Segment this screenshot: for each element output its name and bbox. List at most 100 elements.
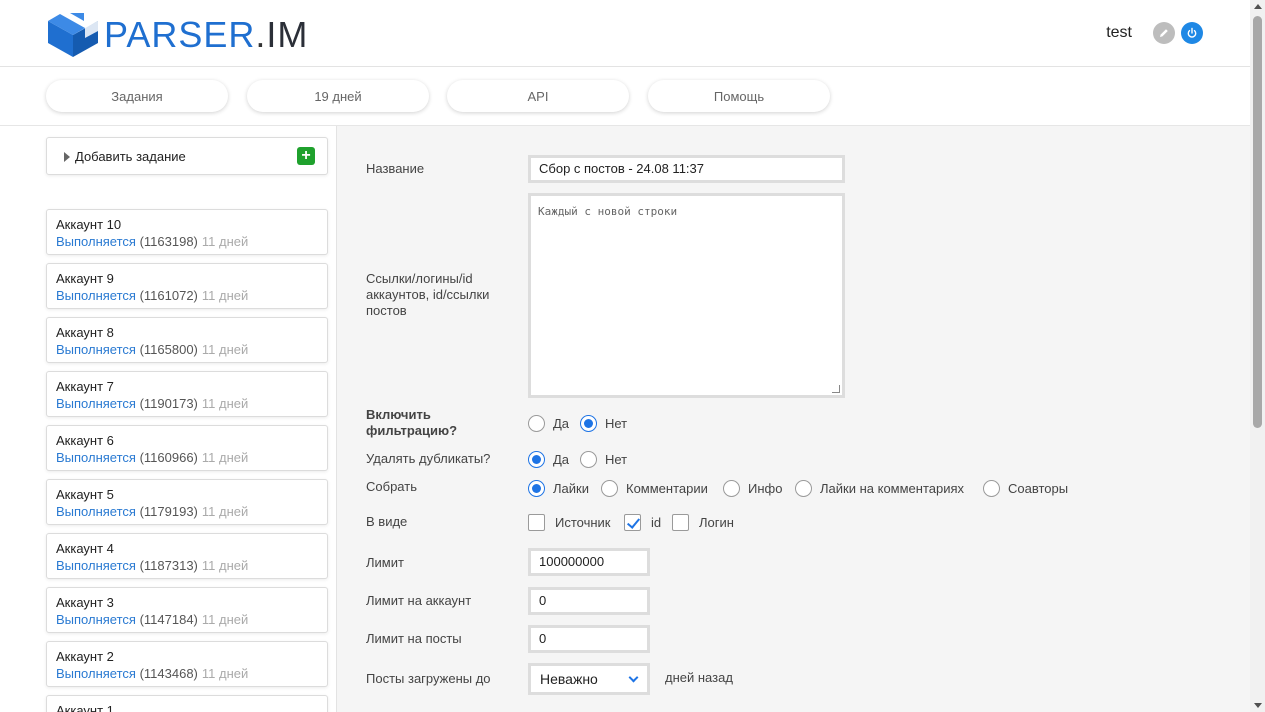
user-area: test — [1106, 22, 1203, 44]
limit-account-input[interactable]: 0 — [528, 587, 650, 615]
radio-circle[interactable] — [528, 480, 545, 497]
radio-circle[interactable] — [528, 415, 545, 432]
task-id: (1161072) — [139, 288, 198, 303]
task-status: Выполняется — [56, 612, 136, 627]
collect-label: Собрать — [366, 479, 417, 494]
radio-circle[interactable] — [528, 451, 545, 468]
limit-label: Лимит — [366, 555, 404, 570]
pencil-icon — [1160, 29, 1168, 37]
task-days: 11 дней — [201, 666, 249, 681]
logo-dot: . — [255, 14, 267, 55]
main-nav: Задания 19 дней API Помощь — [0, 67, 1250, 126]
radio-circle[interactable] — [580, 415, 597, 432]
task-status: Выполняется — [56, 558, 136, 573]
radio-label: Соавторы — [1008, 481, 1069, 496]
task-id: (1160966) — [139, 450, 198, 465]
task-item[interactable]: Аккаунт 10 Выполняется (1163198) 11 дней — [46, 209, 328, 255]
add-task-label: Добавить задание — [75, 149, 186, 164]
format-label: В виде — [366, 514, 408, 529]
task-days: 11 дней — [201, 234, 249, 249]
logout-button[interactable] — [1181, 22, 1203, 44]
checkbox-box[interactable] — [624, 514, 641, 531]
collect-coauthors-radio[interactable]: Соавторы — [983, 480, 1068, 497]
task-id: (1190173) — [139, 396, 198, 411]
resize-handle[interactable] — [832, 385, 840, 393]
radio-circle[interactable] — [983, 480, 1000, 497]
logo-text: PARSER.IM — [104, 14, 308, 56]
task-item[interactable]: Аккаунт 5 Выполняется (1179193) 11 дней — [46, 479, 328, 525]
filter-label: Включить фильтрацию? — [366, 407, 458, 438]
filter-no-radio[interactable]: Нет — [580, 415, 627, 432]
task-item[interactable]: Аккаунт 9 Выполняется (1161072) 11 дней — [46, 263, 328, 309]
filter-yes-radio[interactable]: Да — [528, 415, 569, 432]
expand-triangle-icon — [64, 152, 70, 162]
scroll-up-arrow-icon[interactable] — [1254, 4, 1262, 9]
task-days: 11 дней — [201, 504, 249, 519]
radio-label: Лайки на комментариях — [820, 481, 965, 496]
format-login-checkbox[interactable]: Логин — [672, 514, 734, 531]
add-task-button[interactable]: Добавить задание + — [46, 137, 328, 175]
collect-comments-radio[interactable]: Комментарии — [601, 480, 708, 497]
task-item[interactable]: Аккаунт 4 Выполняется (1187313) 11 дней — [46, 533, 328, 579]
task-name: Аккаунт 5 — [56, 487, 114, 502]
links-label: Ссылки/логины/id аккаунтов, id/ссылки по… — [366, 271, 490, 318]
links-textarea[interactable]: Каждый с новой строки — [528, 193, 845, 398]
posts-loaded-value: Неважно — [540, 671, 598, 687]
dedupe-yes-radio[interactable]: Да — [528, 451, 569, 468]
radio-label: Инфо — [748, 481, 783, 496]
task-days: 11 дней — [201, 396, 249, 411]
task-item[interactable]: Аккаунт 2 Выполняется (1143468) 11 дней — [46, 641, 328, 687]
edit-profile-button[interactable] — [1153, 22, 1175, 44]
collect-comment-likes-radio[interactable]: Лайки на комментариях — [795, 480, 964, 497]
task-name: Аккаунт 1 — [56, 703, 114, 712]
task-status: Выполняется — [56, 450, 136, 465]
task-status: Выполняется — [56, 342, 136, 357]
limit-posts-input[interactable]: 0 — [528, 625, 650, 653]
task-days: 11 дней — [201, 450, 249, 465]
radio-circle[interactable] — [601, 480, 618, 497]
task-item[interactable]: Аккаунт 1 — [46, 695, 328, 712]
task-id: (1163198) — [139, 234, 198, 249]
plus-icon[interactable]: + — [297, 147, 315, 165]
task-item[interactable]: Аккаунт 3 Выполняется (1147184) 11 дней — [46, 587, 328, 633]
task-days: 11 дней — [201, 558, 249, 573]
task-name: Аккаунт 8 — [56, 325, 114, 340]
radio-circle[interactable] — [580, 451, 597, 468]
nav-days[interactable]: 19 дней — [247, 80, 429, 112]
scroll-thumb[interactable] — [1253, 16, 1262, 428]
links-placeholder: Каждый с новой строки — [538, 205, 678, 218]
task-name: Аккаунт 10 — [56, 217, 122, 232]
radio-label: Да — [553, 416, 570, 431]
posts-loaded-select[interactable]: Неважно — [528, 663, 650, 695]
task-item[interactable]: Аккаунт 7 Выполняется (1190173) 11 дней — [46, 371, 328, 417]
chevron-down-icon — [628, 672, 639, 683]
format-source-checkbox[interactable]: Источник — [528, 514, 611, 531]
scroll-down-arrow-icon[interactable] — [1254, 703, 1262, 708]
radio-circle[interactable] — [723, 480, 740, 497]
page-scrollbar[interactable] — [1250, 0, 1265, 712]
task-status: Выполняется — [56, 234, 136, 249]
radio-label: Комментарии — [626, 481, 708, 496]
nav-api[interactable]: API — [447, 80, 629, 112]
dedupe-label: Удалять дубликаты? — [366, 451, 491, 466]
dedupe-no-radio[interactable]: Нет — [580, 451, 627, 468]
logo[interactable]: PARSER.IM — [46, 10, 308, 60]
logo-text-main: PARSER — [104, 14, 256, 55]
collect-likes-radio[interactable]: Лайки — [528, 480, 589, 497]
collect-info-radio[interactable]: Инфо — [723, 480, 782, 497]
task-item[interactable]: Аккаунт 6 Выполняется (1160966) 11 дней — [46, 425, 328, 471]
checkbox-box[interactable] — [528, 514, 545, 531]
task-status: Выполняется — [56, 666, 136, 681]
limit-input[interactable]: 100000000 — [528, 548, 650, 576]
nav-help[interactable]: Помощь — [648, 80, 830, 112]
task-days: 11 дней — [201, 288, 249, 303]
task-id: (1187313) — [139, 558, 198, 573]
nav-tasks[interactable]: Задания — [46, 80, 228, 112]
checkbox-box[interactable] — [672, 514, 689, 531]
radio-circle[interactable] — [795, 480, 812, 497]
task-days: 11 дней — [201, 612, 249, 627]
limit-account-label: Лимит на аккаунт — [366, 593, 472, 608]
task-item[interactable]: Аккаунт 8 Выполняется (1165800) 11 дней — [46, 317, 328, 363]
format-id-checkbox[interactable]: id — [624, 514, 661, 531]
name-input[interactable]: Сбор с постов - 24.08 11:37 — [528, 155, 845, 183]
